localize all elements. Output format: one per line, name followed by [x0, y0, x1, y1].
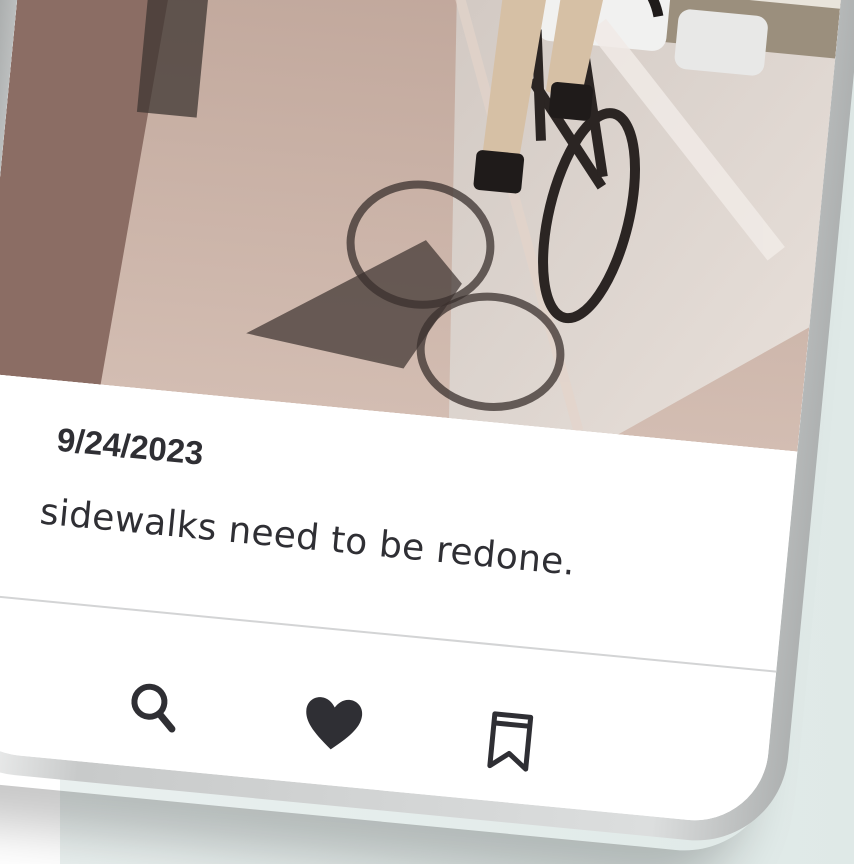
nav-bookmark-button[interactable] — [475, 707, 545, 777]
post-photo — [0, 0, 854, 452]
phone-frame: 9/24/2023 sidewalks need to be redone. — [0, 0, 854, 849]
cyclist-photo — [0, 0, 854, 452]
nav-search-button[interactable] — [119, 672, 189, 742]
post-text: sidewalks need to be redone. — [38, 491, 578, 584]
bookmark-icon — [487, 711, 534, 772]
nav-favorites-button[interactable] — [298, 690, 368, 760]
post-date: 9/24/2023 — [55, 420, 206, 472]
search-icon — [131, 683, 176, 733]
heart-icon — [306, 697, 363, 750]
phone-screen: 9/24/2023 sidewalks need to be redone. — [0, 0, 854, 827]
